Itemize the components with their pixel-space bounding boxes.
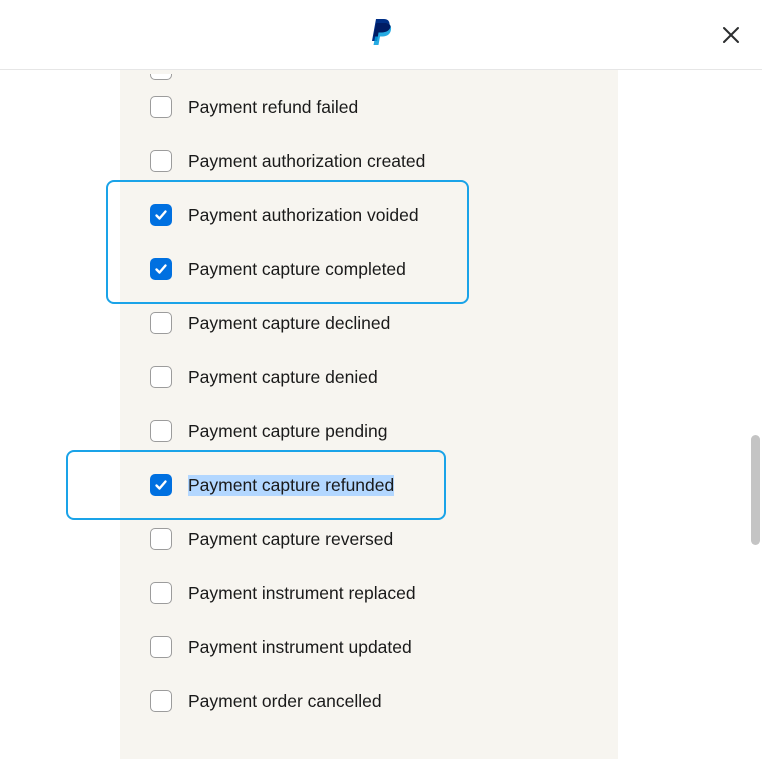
option-label[interactable]: Payment capture pending xyxy=(188,421,387,442)
options-panel: Payment refund failed Payment authorizati… xyxy=(120,70,618,759)
option-label[interactable]: Payment capture completed xyxy=(188,259,406,280)
option-row: Payment instrument replaced xyxy=(120,566,618,620)
option-row: Payment capture declined xyxy=(120,296,618,350)
close-icon xyxy=(722,26,740,44)
option-label[interactable]: Payment authorization created xyxy=(188,151,425,172)
modal-header xyxy=(0,0,762,70)
checkbox[interactable] xyxy=(150,474,172,496)
option-label[interactable]: Payment authorization voided xyxy=(188,205,419,226)
option-row: Payment capture reversed xyxy=(120,512,618,566)
option-row: Payment capture denied xyxy=(120,350,618,404)
option-row: Payment refund failed xyxy=(120,80,618,134)
option-row: Payment instrument updated xyxy=(120,620,618,674)
option-label[interactable]: Payment order cancelled xyxy=(188,691,382,712)
checkbox[interactable] xyxy=(150,150,172,172)
option-row: Payment capture refunded xyxy=(120,458,618,512)
checkbox[interactable] xyxy=(150,582,172,604)
checkbox[interactable] xyxy=(150,312,172,334)
checkbox[interactable] xyxy=(150,420,172,442)
option-label[interactable]: Payment instrument updated xyxy=(188,637,412,658)
checkbox[interactable] xyxy=(150,258,172,280)
checkbox[interactable] xyxy=(150,204,172,226)
option-label[interactable]: Payment refund failed xyxy=(188,97,358,118)
checkbox[interactable] xyxy=(150,96,172,118)
option-label[interactable]: Payment capture denied xyxy=(188,367,378,388)
checkbox[interactable] xyxy=(150,690,172,712)
option-row: Payment authorization voided xyxy=(120,188,618,242)
option-row: Payment capture pending xyxy=(120,404,618,458)
checkbox[interactable] xyxy=(150,366,172,388)
checkbox[interactable] xyxy=(150,528,172,550)
option-label[interactable]: Payment capture refunded xyxy=(188,475,394,496)
checkbox[interactable] xyxy=(150,636,172,658)
option-row: Payment order cancelled xyxy=(120,674,618,728)
option-label[interactable]: Payment capture reversed xyxy=(188,529,393,550)
option-row: Payment capture completed xyxy=(120,242,618,296)
modal-body: Payment refund failed Payment authorizati… xyxy=(0,70,762,759)
option-label[interactable]: Payment capture declined xyxy=(188,313,390,334)
option-row: Payment authorization created xyxy=(120,134,618,188)
option-label[interactable]: Payment instrument replaced xyxy=(188,583,416,604)
partial-row-top xyxy=(120,70,618,80)
close-button[interactable] xyxy=(718,22,744,48)
scrollbar-thumb[interactable] xyxy=(751,435,760,545)
paypal-logo-icon xyxy=(370,19,392,50)
